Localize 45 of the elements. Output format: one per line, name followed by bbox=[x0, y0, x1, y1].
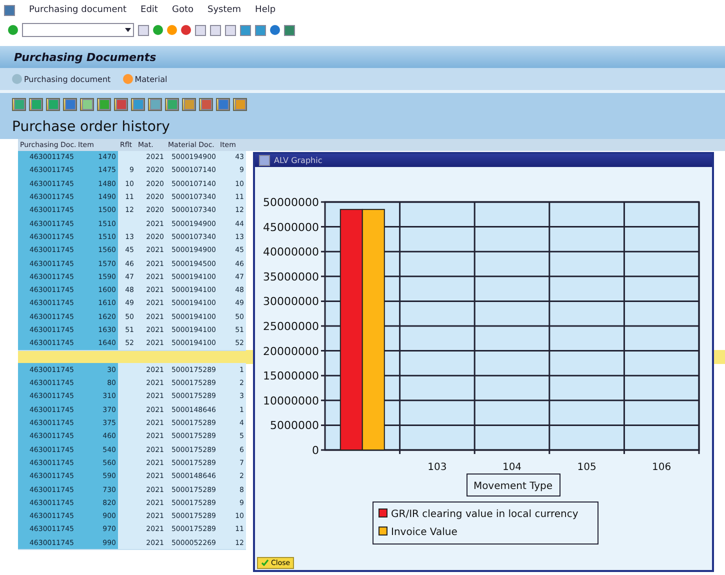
x-tick-label: 103 bbox=[428, 462, 447, 474]
section-title: Purchase order history bbox=[12, 119, 170, 135]
toolbar-button[interactable] bbox=[165, 98, 179, 110]
y-tick-label: 40000000 bbox=[263, 246, 319, 259]
y-tick-label: 50000000 bbox=[263, 196, 319, 210]
y-tick-label: 30000000 bbox=[263, 295, 319, 308]
y-tick-label: 20000000 bbox=[263, 344, 319, 358]
menu-item[interactable]: Help bbox=[255, 5, 276, 15]
command-field[interactable] bbox=[22, 23, 134, 37]
dropdown-icon[interactable] bbox=[125, 28, 131, 32]
toolbar-button[interactable] bbox=[97, 98, 111, 110]
menu-item[interactable]: Edit bbox=[140, 5, 158, 15]
legend-label: GR/IR clearing value in local currency bbox=[391, 509, 578, 520]
check-icon bbox=[261, 559, 269, 566]
toolbar-button[interactable] bbox=[233, 98, 247, 110]
y-tick-label: 5000000 bbox=[270, 419, 319, 432]
menu-item[interactable]: Purchasing document bbox=[29, 5, 127, 15]
y-tick-label: 45000000 bbox=[263, 220, 319, 234]
dialog-title: ALV Graphic bbox=[274, 156, 322, 166]
x-tick-label: 106 bbox=[652, 462, 672, 474]
y-tick-label: 15000000 bbox=[263, 370, 319, 383]
toolbar-button[interactable] bbox=[216, 98, 230, 110]
menu-item[interactable]: System bbox=[207, 5, 242, 15]
menu-item[interactable]: Goto bbox=[172, 5, 194, 15]
legend-label: Invoice Value bbox=[391, 527, 458, 538]
y-tick-label: 10000000 bbox=[263, 394, 319, 408]
y-tick-label: 0 bbox=[312, 444, 319, 458]
toolbar-button[interactable] bbox=[182, 98, 196, 110]
x-tick-label: 104 bbox=[502, 462, 522, 474]
x-axis-title: Movement Type bbox=[473, 481, 553, 492]
material-button[interactable]: Material bbox=[122, 74, 168, 84]
toolbar-button[interactable] bbox=[12, 98, 26, 110]
y-tick-label: 25000000 bbox=[263, 320, 319, 334]
y-tick-label: 35000000 bbox=[263, 270, 319, 284]
purchasing-document-button[interactable]: Purchasing document bbox=[12, 74, 111, 84]
toolbar-button[interactable] bbox=[114, 98, 128, 110]
toolbar-button[interactable] bbox=[80, 98, 94, 110]
toolbar-button[interactable] bbox=[131, 98, 145, 110]
toolbar-button[interactable] bbox=[63, 98, 77, 110]
toolbar-button[interactable] bbox=[199, 98, 213, 110]
x-tick-label: 105 bbox=[577, 462, 596, 474]
toolbar-button[interactable] bbox=[29, 98, 43, 110]
screen-title: Purchasing Documents bbox=[14, 50, 156, 64]
toolbar-button[interactable] bbox=[46, 98, 60, 110]
toolbar-button[interactable] bbox=[148, 98, 162, 110]
